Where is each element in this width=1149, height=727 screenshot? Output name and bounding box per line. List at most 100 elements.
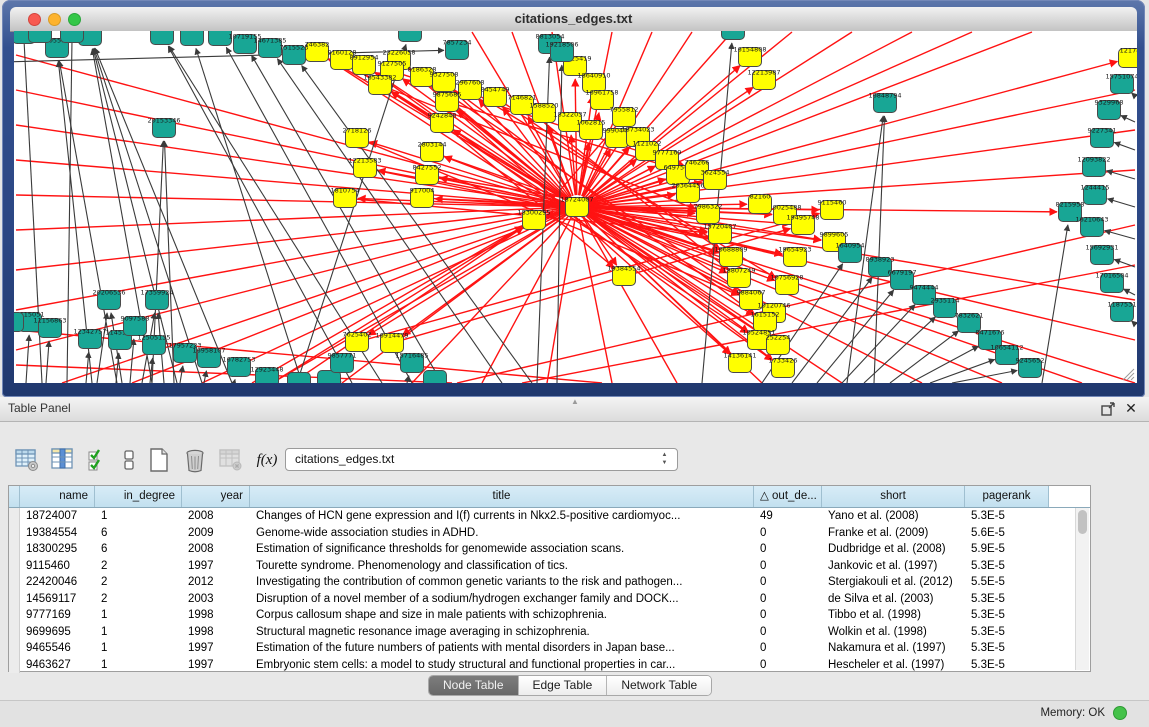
cell-name[interactable]: 9115460 xyxy=(20,558,95,575)
cell-title[interactable]: Changes of HCN gene expression and I(f) … xyxy=(250,508,754,525)
cell-pagerank[interactable]: 5.6E-5 xyxy=(965,525,1049,542)
cell-title[interactable]: Structural magnetic resonance image aver… xyxy=(250,624,754,641)
cell-in_degree[interactable]: 1 xyxy=(95,657,182,674)
cell-short[interactable]: Tibbo et al. (1998) xyxy=(822,607,965,624)
cell-title[interactable]: Estimation of the future numbers of pati… xyxy=(250,640,754,657)
cell-out_de[interactable]: 49 xyxy=(754,508,822,525)
cell-pagerank[interactable]: 5.3E-5 xyxy=(965,640,1049,657)
cell-short[interactable]: Yano et al. (2008) xyxy=(822,508,965,525)
graph-node[interactable] xyxy=(29,31,52,43)
citation-edge[interactable] xyxy=(234,379,235,383)
cell-year[interactable]: 1997 xyxy=(182,657,250,674)
cell-name[interactable]: 9463627 xyxy=(20,657,95,674)
vertical-scrollbar[interactable] xyxy=(1075,508,1089,670)
cell-year[interactable]: 2009 xyxy=(182,525,250,542)
citation-edge[interactable] xyxy=(46,341,49,383)
citation-edge[interactable] xyxy=(575,79,577,195)
column-header-year[interactable]: year xyxy=(182,486,250,507)
cell-out_de[interactable]: 0 xyxy=(754,541,822,558)
table-row[interactable]: 911546021997Tourette syndrome. Phenomeno… xyxy=(9,558,1076,575)
citation-edge[interactable] xyxy=(588,32,972,202)
cell-in_degree[interactable]: 1 xyxy=(95,607,182,624)
cell-pagerank[interactable]: 5.9E-5 xyxy=(965,541,1049,558)
cell-in_degree[interactable]: 1 xyxy=(95,640,182,657)
column-header-short[interactable]: short xyxy=(822,486,965,507)
float-panel-icon[interactable] xyxy=(1101,402,1115,416)
cell-pagerank[interactable]: 5.3E-5 xyxy=(965,558,1049,575)
column-header-pagerank[interactable]: pagerank xyxy=(965,486,1049,507)
tab-network-table[interactable]: Network Table xyxy=(607,676,711,695)
cell-name[interactable]: 9465546 xyxy=(20,640,95,657)
cell-name[interactable]: 19384554 xyxy=(20,525,95,542)
cell-short[interactable]: Jankovic et al. (1997) xyxy=(822,558,965,575)
cell-year[interactable]: 1997 xyxy=(182,558,250,575)
graph-node[interactable] xyxy=(61,31,84,43)
cell-short[interactable]: Dudbridge et al. (2008) xyxy=(822,541,965,558)
network-window-titlebar[interactable]: citations_edges.txt xyxy=(10,7,1137,32)
cell-pagerank[interactable]: 5.3E-5 xyxy=(965,591,1049,608)
cell-pagerank[interactable]: 5.5E-5 xyxy=(965,574,1049,591)
table-panel-header[interactable]: Table Panel ▲ ✕ xyxy=(0,397,1149,422)
citation-edge[interactable] xyxy=(342,214,567,383)
table-row[interactable]: 946362711997Embryonic stem cells: a mode… xyxy=(9,657,1076,674)
table-row[interactable]: 1456911722003Disruption of a novel membe… xyxy=(9,591,1076,608)
cell-short[interactable]: Hescheler et al. (1997) xyxy=(822,657,965,674)
graph-node[interactable] xyxy=(288,373,311,384)
cell-in_degree[interactable]: 6 xyxy=(95,525,182,542)
scrollbar-thumb[interactable] xyxy=(1078,510,1087,534)
select-columns-icon[interactable] xyxy=(86,447,112,473)
cell-year[interactable]: 1998 xyxy=(182,607,250,624)
cell-name[interactable]: 9699695 xyxy=(20,624,95,641)
cell-title[interactable]: Embryonic stem cells: a model to study s… xyxy=(250,657,754,674)
citation-edge[interactable] xyxy=(588,32,1032,203)
cell-short[interactable]: Franke et al. (2009) xyxy=(822,525,965,542)
tab-node-table[interactable]: Node Table xyxy=(429,676,519,695)
cell-name[interactable]: 14569117 xyxy=(20,591,95,608)
close-panel-icon[interactable]: ✕ xyxy=(1123,400,1139,416)
cell-pagerank[interactable]: 5.3E-5 xyxy=(965,508,1049,525)
show-column-icon[interactable] xyxy=(50,447,76,473)
cell-title[interactable]: Investigating the contribution of common… xyxy=(250,574,754,591)
citation-edge[interactable] xyxy=(1114,142,1135,150)
graph-node[interactable] xyxy=(399,31,422,42)
table-row[interactable]: 2242004622012Investigating the contribut… xyxy=(9,574,1076,591)
cell-title[interactable]: Estimation of significance thresholds fo… xyxy=(250,541,754,558)
cell-out_de[interactable]: 0 xyxy=(754,558,822,575)
citation-edge[interactable] xyxy=(368,213,567,335)
table-selector-dropdown[interactable]: citations_edges.txt ▲▼ xyxy=(285,448,678,471)
citation-edge[interactable] xyxy=(1114,259,1135,267)
cell-title[interactable]: Corpus callosum shape and size in male p… xyxy=(250,607,754,624)
cell-in_degree[interactable]: 1 xyxy=(95,508,182,525)
tab-edge-table[interactable]: Edge Table xyxy=(519,676,608,695)
citation-edge[interactable] xyxy=(1105,230,1135,239)
cell-name[interactable]: 18724007 xyxy=(20,508,95,525)
citation-edge[interactable] xyxy=(26,335,29,383)
network-canvas[interactable]: 1872400774638291601288912954232260589127… xyxy=(14,31,1137,383)
citation-edge[interactable] xyxy=(1107,199,1135,207)
table-row[interactable]: 1872400712008Changes of HCN gene express… xyxy=(9,508,1076,525)
cell-in_degree[interactable]: 2 xyxy=(95,591,182,608)
citation-edge[interactable] xyxy=(1132,321,1135,324)
cell-short[interactable]: Stergiakouli et al. (2012) xyxy=(822,574,965,591)
cell-in_degree[interactable]: 6 xyxy=(95,541,182,558)
cell-short[interactable]: Nakamura et al. (1997) xyxy=(822,640,965,657)
citation-edge[interactable] xyxy=(16,90,565,205)
cell-pagerank[interactable]: 5.3E-5 xyxy=(965,624,1049,641)
cell-out_de[interactable]: 0 xyxy=(754,574,822,591)
table-settings-icon[interactable] xyxy=(14,447,40,473)
column-header-name[interactable]: name xyxy=(20,486,95,507)
cell-out_de[interactable]: 0 xyxy=(754,624,822,641)
citation-edge[interactable] xyxy=(1121,115,1135,122)
panel-drag-grip[interactable]: ▲ xyxy=(568,399,582,404)
citation-edge[interactable] xyxy=(1132,93,1135,96)
memory-status-indicator[interactable] xyxy=(1113,706,1127,720)
table-row[interactable]: 977716911998Corpus callosum shape and si… xyxy=(9,607,1076,624)
row-height-icon[interactable] xyxy=(122,447,136,473)
column-header-out_de[interactable]: △ out_de... xyxy=(754,486,822,507)
cell-year[interactable]: 1998 xyxy=(182,624,250,641)
cell-year[interactable]: 2008 xyxy=(182,508,250,525)
graph-node[interactable] xyxy=(181,31,204,46)
new-table-icon[interactable] xyxy=(146,447,172,473)
citation-edge[interactable] xyxy=(180,366,183,383)
cell-out_de[interactable]: 0 xyxy=(754,640,822,657)
